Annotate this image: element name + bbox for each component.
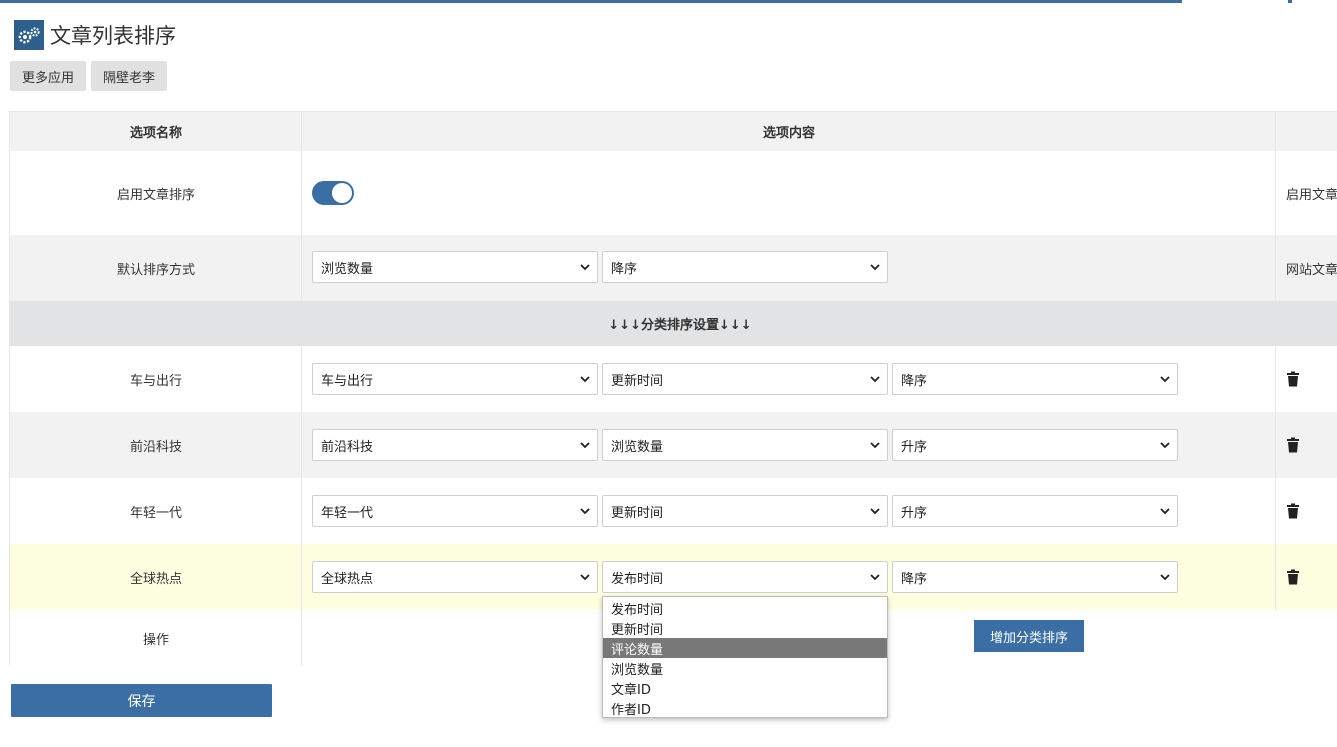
divider <box>301 346 302 412</box>
section-title: ↓↓↓分类排序设置↓↓↓ <box>608 318 752 333</box>
select-value: 更新时间 <box>611 373 664 389</box>
dropdown-option[interactable]: 更新时间 <box>603 618 887 638</box>
divider <box>1275 412 1276 478</box>
sort-order-select[interactable]: 降序 <box>892 561 1178 593</box>
sort-field-select[interactable]: 浏览数量 <box>602 429 888 461</box>
chevron-down-icon <box>870 442 880 449</box>
divider <box>301 412 302 478</box>
select-value: 升序 <box>901 439 928 455</box>
toggle-knob <box>332 183 352 203</box>
sort-order-select[interactable]: 降序 <box>892 363 1178 395</box>
trash-icon[interactable] <box>1286 503 1300 519</box>
category-select[interactable]: 全球热点 <box>312 561 598 593</box>
row-description: 网站文章 <box>1286 262 1337 278</box>
dropdown-option[interactable]: 发布时间 <box>603 598 887 618</box>
chevron-down-icon <box>870 508 880 515</box>
chevron-down-icon <box>870 264 880 271</box>
page-title: 文章列表排序 <box>50 24 176 48</box>
select-value: 发布时间 <box>611 571 664 587</box>
divider <box>1275 151 1276 235</box>
row-label: 年轻一代 <box>129 505 182 521</box>
sort-field-select[interactable]: 更新时间 <box>602 363 888 395</box>
chevron-down-icon <box>870 376 880 383</box>
default-order-select[interactable]: 降序 <box>602 251 888 283</box>
row-label: 操作 <box>142 632 169 648</box>
col-header-content: 选项内容 <box>762 126 815 141</box>
sort-field-select[interactable]: 更新时间 <box>602 495 888 527</box>
row-description: 启用文章 <box>1286 187 1337 203</box>
chevron-down-icon <box>580 442 590 449</box>
dropdown-option[interactable]: 作者ID <box>603 698 887 718</box>
default-field-select[interactable]: 浏览数量 <box>312 251 598 283</box>
divider <box>301 235 302 301</box>
enable-sort-toggle[interactable] <box>312 181 354 205</box>
select-value: 更新时间 <box>611 505 664 521</box>
more-apps-button[interactable]: 更多应用 <box>10 61 86 91</box>
category-select[interactable]: 前沿科技 <box>312 429 598 461</box>
divider <box>1275 235 1276 301</box>
dropdown-option[interactable]: 浏览数量 <box>603 658 887 678</box>
select-value: 降序 <box>901 373 928 389</box>
gears-icon <box>14 20 44 50</box>
settings-table: 选项名称 选项内容 启用文章排序 启用文章 默认排序方式 浏览数量 降序 网站文… <box>9 111 1337 666</box>
trash-icon[interactable] <box>1286 437 1300 453</box>
select-value: 年轻一代 <box>321 505 374 521</box>
chevron-down-icon <box>1160 442 1170 449</box>
category-row: 前沿科技 前沿科技 浏览数量 升序 <box>10 412 1337 478</box>
sort-order-select[interactable]: 升序 <box>892 429 1178 461</box>
sort-field-select[interactable]: 发布时间 <box>602 561 888 593</box>
divider <box>301 610 302 666</box>
category-row: 年轻一代 年轻一代 更新时间 升序 <box>10 478 1337 544</box>
select-value: 全球热点 <box>321 571 374 587</box>
select-value: 车与出行 <box>321 373 374 389</box>
dropdown-option-highlighted[interactable]: 评论数量 <box>603 638 887 658</box>
default-sort-row: 默认排序方式 浏览数量 降序 网站文章 <box>10 235 1337 301</box>
chevron-down-icon <box>580 574 590 581</box>
chevron-down-icon <box>580 264 590 271</box>
select-value: 降序 <box>611 261 638 277</box>
trash-icon[interactable] <box>1286 371 1300 387</box>
divider <box>1275 112 1276 151</box>
category-row: 车与出行 车与出行 更新时间 降序 <box>10 346 1337 412</box>
divider <box>301 544 302 610</box>
chevron-down-icon <box>1160 508 1170 515</box>
select-value: 浏览数量 <box>321 261 374 277</box>
select-value: 升序 <box>901 505 928 521</box>
enable-sort-row: 启用文章排序 启用文章 <box>10 151 1337 235</box>
add-category-sort-button[interactable]: 增加分类排序 <box>974 620 1084 652</box>
chevron-down-icon <box>870 574 880 581</box>
top-bar-marker <box>1288 0 1292 3</box>
divider <box>1275 544 1276 610</box>
category-select[interactable]: 年轻一代 <box>312 495 598 527</box>
chevron-down-icon <box>580 508 590 515</box>
page-header: 文章列表排序 <box>14 20 176 50</box>
trash-icon[interactable] <box>1286 569 1300 585</box>
neighbor-button[interactable]: 隔壁老李 <box>91 61 167 91</box>
row-label: 默认排序方式 <box>116 262 195 278</box>
chevron-down-icon <box>580 376 590 383</box>
divider <box>301 478 302 544</box>
sort-order-select[interactable]: 升序 <box>892 495 1178 527</box>
row-label: 全球热点 <box>129 571 182 587</box>
row-label: 前沿科技 <box>129 439 182 455</box>
select-value: 前沿科技 <box>321 439 374 455</box>
category-section-row: ↓↓↓分类排序设置↓↓↓ <box>10 301 1337 346</box>
chevron-down-icon <box>1160 574 1170 581</box>
save-button[interactable]: 保存 <box>11 684 272 717</box>
divider <box>1275 478 1276 544</box>
row-label: 启用文章排序 <box>116 187 195 203</box>
select-value: 降序 <box>901 571 928 587</box>
dropdown-option[interactable]: 文章ID <box>603 678 887 698</box>
chevron-down-icon <box>1160 376 1170 383</box>
col-header-name: 选项名称 <box>129 126 182 141</box>
divider <box>301 151 302 235</box>
sort-field-dropdown-list: 发布时间 更新时间 评论数量 浏览数量 文章ID 作者ID <box>602 596 888 718</box>
row-label: 车与出行 <box>129 373 182 389</box>
category-select[interactable]: 车与出行 <box>312 363 598 395</box>
top-progress-bar <box>0 0 1182 3</box>
divider <box>1275 346 1276 412</box>
select-value: 浏览数量 <box>611 439 664 455</box>
table-header-row: 选项名称 选项内容 <box>10 112 1337 151</box>
divider <box>301 112 302 151</box>
